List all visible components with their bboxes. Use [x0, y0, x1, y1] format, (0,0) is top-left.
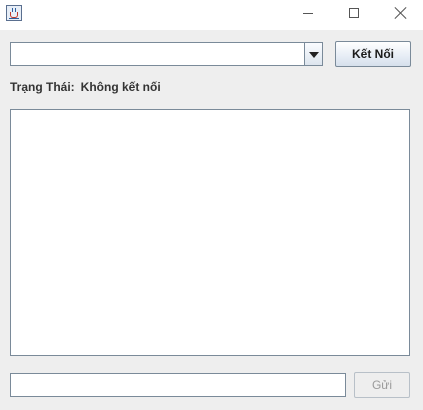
minimize-button[interactable] — [285, 0, 331, 28]
status-label: Trạng Thái: — [10, 80, 75, 94]
server-select-dropdown-button[interactable] — [304, 43, 322, 65]
triangle-down-icon — [309, 52, 319, 58]
close-button[interactable] — [377, 0, 423, 28]
close-icon — [394, 6, 408, 20]
connect-button[interactable]: Kết Nối — [335, 41, 411, 67]
status-line: Trạng Thái: Không kết nối — [10, 80, 161, 96]
minimize-icon — [303, 13, 313, 14]
maximize-button[interactable] — [331, 0, 377, 28]
server-select[interactable] — [10, 42, 323, 66]
content-panel: Kết Nối Trạng Thái: Không kết nối Gửi — [0, 30, 423, 410]
chat-log-area[interactable] — [10, 109, 410, 356]
title-bar[interactable] — [0, 0, 423, 30]
java-coffee-cup-icon[interactable] — [6, 5, 22, 21]
send-button[interactable]: Gửi — [354, 372, 410, 398]
maximize-icon — [349, 8, 359, 18]
app-window: Kết Nối Trạng Thái: Không kết nối Gửi — [0, 0, 423, 410]
status-value: Không kết nối — [80, 80, 161, 94]
message-input[interactable] — [10, 373, 346, 397]
